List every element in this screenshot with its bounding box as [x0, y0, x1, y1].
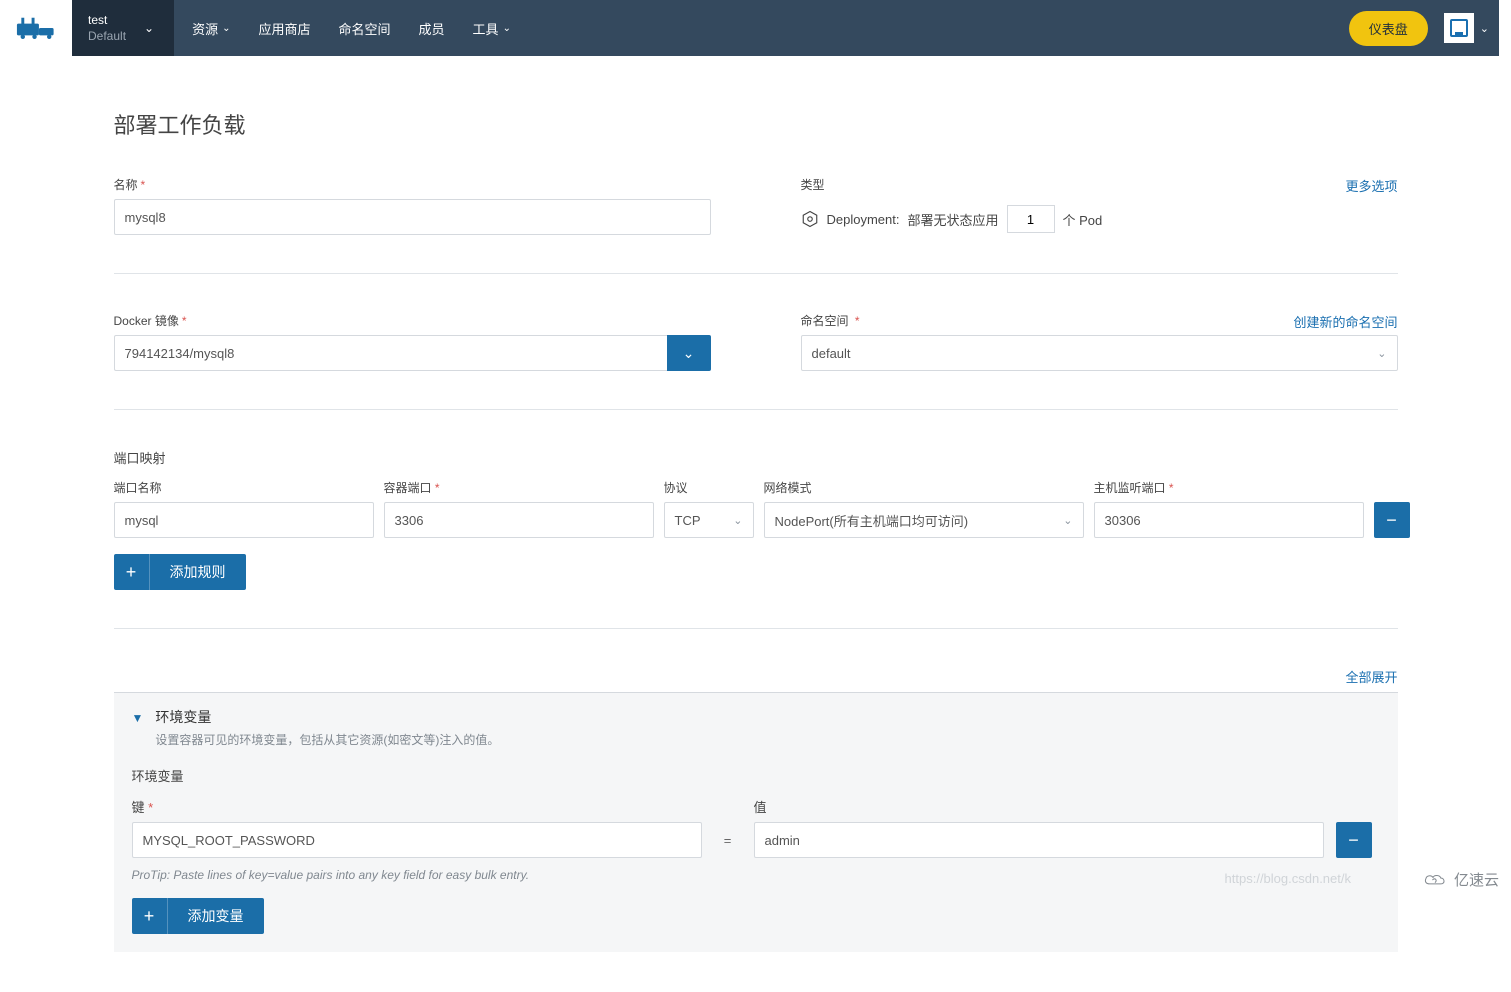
project-context: Default [88, 29, 126, 43]
image-label: Docker 镜像* [114, 312, 711, 329]
nav-appstore[interactable]: 应用商店 [259, 19, 311, 38]
minus-icon: − [1348, 830, 1359, 851]
add-rule-button[interactable]: + 添加规则 [114, 554, 246, 590]
port-grid: 端口名称 容器端口 * 协议 TCP⌄ 网络模式 NodePort(所有主机端口… [114, 479, 1398, 538]
chevron-down-icon: ⌄ [222, 23, 230, 34]
chevron-down-icon: ⌄ [1377, 347, 1386, 360]
type-prefix: Deployment: [827, 212, 900, 227]
nav-right: 仪表盘 ⌄ [1349, 11, 1499, 46]
nav-members[interactable]: 成员 [419, 19, 445, 38]
plus-icon: + [114, 554, 150, 590]
container-port-header: 容器端口 * [384, 479, 654, 496]
env-key-header: 键 * [132, 797, 702, 816]
chevron-down-icon: ⌄ [1063, 514, 1072, 527]
env-protip: ProTip: Paste lines of key=value pairs i… [132, 868, 1380, 882]
env-panel-header[interactable]: ▼ 环境变量 设置容器可见的环境变量，包括从其它资源(如密文等)注入的值。 [132, 707, 1380, 748]
triangle-down-icon: ▼ [132, 711, 144, 725]
user-icon [1450, 19, 1468, 37]
remove-env-button[interactable]: − [1336, 822, 1372, 858]
host-port-input[interactable] [1094, 502, 1364, 538]
nav-resources[interactable]: 资源⌄ [192, 19, 230, 38]
env-row: = − [132, 822, 1380, 858]
project-switcher[interactable]: test Default ⌄ [72, 0, 174, 56]
chevron-down-icon: ⌄ [683, 345, 695, 362]
logo-cell [0, 0, 72, 56]
network-mode-header: 网络模式 [764, 479, 1084, 496]
env-val-input[interactable] [754, 822, 1324, 858]
env-panel: ▼ 环境变量 设置容器可见的环境变量，包括从其它资源(如密文等)注入的值。 环境… [114, 692, 1398, 952]
type-line: Deployment: 部署无状态应用 个 Pod [801, 205, 1398, 233]
chevron-down-icon: ⌄ [144, 21, 154, 35]
remove-port-button[interactable]: − [1374, 502, 1410, 538]
host-port-header: 主机监听端口 * [1094, 479, 1364, 496]
port-name-header: 端口名称 [114, 479, 374, 496]
deployment-icon [801, 210, 819, 228]
divider [114, 628, 1398, 629]
name-label: 名称* [114, 176, 711, 193]
add-env-button[interactable]: + 添加变量 [132, 898, 264, 934]
pod-count-input[interactable] [1007, 205, 1055, 233]
topbar: test Default ⌄ 资源⌄ 应用商店 命名空间 成员 工具⌄ 仪表盘 … [0, 0, 1511, 56]
nav-strip: 资源⌄ 应用商店 命名空间 成员 工具⌄ 仪表盘 ⌄ [174, 0, 1499, 56]
port-name-input[interactable] [114, 502, 374, 538]
dashboard-button[interactable]: 仪表盘 [1349, 11, 1428, 46]
type-label: 类型 [801, 178, 825, 192]
env-key-input[interactable] [132, 822, 702, 858]
image-input[interactable] [114, 335, 667, 371]
env-val-header: 值 [754, 797, 1324, 816]
env-panel-title: 环境变量 [155, 707, 499, 727]
divider [114, 273, 1398, 274]
name-input[interactable] [114, 199, 711, 235]
namespace-value: default [812, 346, 851, 361]
user-menu[interactable] [1444, 13, 1474, 43]
create-namespace-link[interactable]: 创建新的命名空间 [1293, 312, 1397, 331]
nav-namespaces[interactable]: 命名空间 [339, 19, 391, 38]
type-suffix: 个 Pod [1063, 210, 1103, 229]
port-section-title: 端口映射 [114, 448, 1398, 467]
expand-all-row: 全部展开 [114, 667, 1398, 686]
network-mode-select[interactable]: NodePort(所有主机端口均可访问)⌄ [764, 502, 1084, 538]
container-port-input[interactable] [384, 502, 654, 538]
type-desc: 部署无状态应用 [907, 210, 998, 229]
chevron-down-icon: ⌄ [733, 514, 742, 527]
page-title: 部署工作负载 [114, 108, 1398, 140]
chevron-down-icon: ⌄ [1480, 22, 1489, 35]
project-name: test [88, 13, 126, 27]
env-section-label: 环境变量 [132, 766, 1380, 785]
env-panel-subtitle: 设置容器可见的环境变量，包括从其它资源(如密文等)注入的值。 [155, 731, 499, 748]
expand-all-link[interactable]: 全部展开 [1345, 670, 1397, 685]
more-options-link[interactable]: 更多选项 [1345, 176, 1397, 195]
namespace-label: 命名空间 * [801, 314, 860, 328]
image-dropdown-button[interactable]: ⌄ [667, 335, 711, 371]
divider [114, 409, 1398, 410]
namespace-select[interactable]: default ⌄ [801, 335, 1398, 371]
minus-icon: − [1386, 510, 1397, 531]
protocol-select[interactable]: TCP⌄ [664, 502, 754, 538]
rancher-logo-icon [14, 13, 58, 43]
equals-sign: = [714, 833, 742, 848]
protocol-header: 协议 [664, 479, 754, 496]
chevron-down-icon: ⌄ [503, 23, 511, 34]
nav-tools[interactable]: 工具⌄ [473, 19, 511, 38]
plus-icon: + [132, 898, 168, 934]
page-content: 部署工作负载 名称* 类型 更多选项 Deployment: 部署无状态应用 个… [66, 56, 1446, 992]
